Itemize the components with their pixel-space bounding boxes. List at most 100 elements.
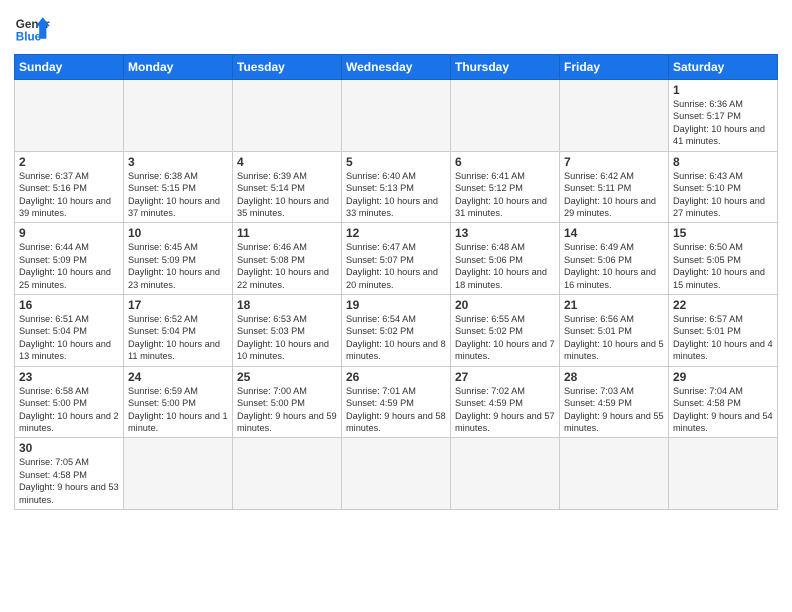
- calendar-cell: [560, 80, 669, 152]
- calendar-table: SundayMondayTuesdayWednesdayThursdayFrid…: [14, 54, 778, 510]
- day-info: Sunrise: 6:38 AM Sunset: 5:15 PM Dayligh…: [128, 170, 228, 220]
- day-info: Sunrise: 6:54 AM Sunset: 5:02 PM Dayligh…: [346, 313, 446, 363]
- day-info: Sunrise: 7:00 AM Sunset: 5:00 PM Dayligh…: [237, 385, 337, 435]
- day-info: Sunrise: 7:02 AM Sunset: 4:59 PM Dayligh…: [455, 385, 555, 435]
- day-number: 24: [128, 370, 228, 384]
- weekday-header-row: SundayMondayTuesdayWednesdayThursdayFrid…: [15, 55, 778, 80]
- week-row-4: 23Sunrise: 6:58 AM Sunset: 5:00 PM Dayli…: [15, 366, 778, 438]
- day-number: 13: [455, 226, 555, 240]
- page: General Blue SundayMondayTuesdayWednesda…: [0, 0, 792, 612]
- calendar-cell: [233, 80, 342, 152]
- calendar-cell: 17Sunrise: 6:52 AM Sunset: 5:04 PM Dayli…: [124, 295, 233, 367]
- calendar-cell: 16Sunrise: 6:51 AM Sunset: 5:04 PM Dayli…: [15, 295, 124, 367]
- day-number: 20: [455, 298, 555, 312]
- day-number: 16: [19, 298, 119, 312]
- day-info: Sunrise: 7:05 AM Sunset: 4:58 PM Dayligh…: [19, 456, 119, 506]
- day-number: 6: [455, 155, 555, 169]
- day-number: 29: [673, 370, 773, 384]
- day-number: 25: [237, 370, 337, 384]
- weekday-tuesday: Tuesday: [233, 55, 342, 80]
- day-info: Sunrise: 6:57 AM Sunset: 5:01 PM Dayligh…: [673, 313, 773, 363]
- week-row-1: 2Sunrise: 6:37 AM Sunset: 5:16 PM Daylig…: [15, 151, 778, 223]
- header: General Blue: [14, 10, 778, 46]
- weekday-friday: Friday: [560, 55, 669, 80]
- day-number: 30: [19, 441, 119, 455]
- calendar-cell: [669, 438, 778, 510]
- logo-icon: General Blue: [14, 10, 50, 46]
- day-number: 21: [564, 298, 664, 312]
- calendar-cell: [342, 80, 451, 152]
- day-number: 17: [128, 298, 228, 312]
- day-number: 22: [673, 298, 773, 312]
- day-info: Sunrise: 6:49 AM Sunset: 5:06 PM Dayligh…: [564, 241, 664, 291]
- day-info: Sunrise: 6:46 AM Sunset: 5:08 PM Dayligh…: [237, 241, 337, 291]
- logo: General Blue: [14, 10, 50, 46]
- calendar-cell: 22Sunrise: 6:57 AM Sunset: 5:01 PM Dayli…: [669, 295, 778, 367]
- day-info: Sunrise: 6:58 AM Sunset: 5:00 PM Dayligh…: [19, 385, 119, 435]
- day-info: Sunrise: 6:59 AM Sunset: 5:00 PM Dayligh…: [128, 385, 228, 435]
- weekday-monday: Monday: [124, 55, 233, 80]
- calendar-cell: 30Sunrise: 7:05 AM Sunset: 4:58 PM Dayli…: [15, 438, 124, 510]
- day-number: 15: [673, 226, 773, 240]
- day-info: Sunrise: 6:53 AM Sunset: 5:03 PM Dayligh…: [237, 313, 337, 363]
- calendar-cell: [124, 80, 233, 152]
- calendar-cell: 21Sunrise: 6:56 AM Sunset: 5:01 PM Dayli…: [560, 295, 669, 367]
- day-number: 8: [673, 155, 773, 169]
- calendar-cell: 19Sunrise: 6:54 AM Sunset: 5:02 PM Dayli…: [342, 295, 451, 367]
- day-info: Sunrise: 7:01 AM Sunset: 4:59 PM Dayligh…: [346, 385, 446, 435]
- day-number: 28: [564, 370, 664, 384]
- day-number: 12: [346, 226, 446, 240]
- calendar-cell: 24Sunrise: 6:59 AM Sunset: 5:00 PM Dayli…: [124, 366, 233, 438]
- day-number: 9: [19, 226, 119, 240]
- day-info: Sunrise: 6:42 AM Sunset: 5:11 PM Dayligh…: [564, 170, 664, 220]
- week-row-2: 9Sunrise: 6:44 AM Sunset: 5:09 PM Daylig…: [15, 223, 778, 295]
- day-info: Sunrise: 6:55 AM Sunset: 5:02 PM Dayligh…: [455, 313, 555, 363]
- day-number: 14: [564, 226, 664, 240]
- calendar-cell: 4Sunrise: 6:39 AM Sunset: 5:14 PM Daylig…: [233, 151, 342, 223]
- day-number: 3: [128, 155, 228, 169]
- calendar-cell: 3Sunrise: 6:38 AM Sunset: 5:15 PM Daylig…: [124, 151, 233, 223]
- calendar-cell: 27Sunrise: 7:02 AM Sunset: 4:59 PM Dayli…: [451, 366, 560, 438]
- weekday-wednesday: Wednesday: [342, 55, 451, 80]
- calendar-cell: 15Sunrise: 6:50 AM Sunset: 5:05 PM Dayli…: [669, 223, 778, 295]
- weekday-sunday: Sunday: [15, 55, 124, 80]
- calendar-cell: [15, 80, 124, 152]
- day-number: 7: [564, 155, 664, 169]
- calendar-cell: 26Sunrise: 7:01 AM Sunset: 4:59 PM Dayli…: [342, 366, 451, 438]
- day-number: 23: [19, 370, 119, 384]
- calendar-cell: 10Sunrise: 6:45 AM Sunset: 5:09 PM Dayli…: [124, 223, 233, 295]
- day-number: 1: [673, 83, 773, 97]
- day-info: Sunrise: 6:52 AM Sunset: 5:04 PM Dayligh…: [128, 313, 228, 363]
- calendar-cell: 20Sunrise: 6:55 AM Sunset: 5:02 PM Dayli…: [451, 295, 560, 367]
- calendar-cell: [124, 438, 233, 510]
- calendar-cell: 28Sunrise: 7:03 AM Sunset: 4:59 PM Dayli…: [560, 366, 669, 438]
- week-row-3: 16Sunrise: 6:51 AM Sunset: 5:04 PM Dayli…: [15, 295, 778, 367]
- calendar-cell: [233, 438, 342, 510]
- calendar-cell: 13Sunrise: 6:48 AM Sunset: 5:06 PM Dayli…: [451, 223, 560, 295]
- calendar-cell: 5Sunrise: 6:40 AM Sunset: 5:13 PM Daylig…: [342, 151, 451, 223]
- calendar-cell: 9Sunrise: 6:44 AM Sunset: 5:09 PM Daylig…: [15, 223, 124, 295]
- day-info: Sunrise: 6:56 AM Sunset: 5:01 PM Dayligh…: [564, 313, 664, 363]
- calendar-cell: 1Sunrise: 6:36 AM Sunset: 5:17 PM Daylig…: [669, 80, 778, 152]
- day-info: Sunrise: 6:43 AM Sunset: 5:10 PM Dayligh…: [673, 170, 773, 220]
- calendar-cell: [451, 80, 560, 152]
- day-number: 5: [346, 155, 446, 169]
- calendar-cell: [451, 438, 560, 510]
- day-number: 11: [237, 226, 337, 240]
- day-number: 4: [237, 155, 337, 169]
- day-info: Sunrise: 6:40 AM Sunset: 5:13 PM Dayligh…: [346, 170, 446, 220]
- day-info: Sunrise: 7:03 AM Sunset: 4:59 PM Dayligh…: [564, 385, 664, 435]
- day-number: 18: [237, 298, 337, 312]
- calendar-cell: 14Sunrise: 6:49 AM Sunset: 5:06 PM Dayli…: [560, 223, 669, 295]
- week-row-5: 30Sunrise: 7:05 AM Sunset: 4:58 PM Dayli…: [15, 438, 778, 510]
- calendar-cell: 8Sunrise: 6:43 AM Sunset: 5:10 PM Daylig…: [669, 151, 778, 223]
- day-info: Sunrise: 6:48 AM Sunset: 5:06 PM Dayligh…: [455, 241, 555, 291]
- day-info: Sunrise: 6:45 AM Sunset: 5:09 PM Dayligh…: [128, 241, 228, 291]
- day-info: Sunrise: 7:04 AM Sunset: 4:58 PM Dayligh…: [673, 385, 773, 435]
- calendar-cell: 23Sunrise: 6:58 AM Sunset: 5:00 PM Dayli…: [15, 366, 124, 438]
- calendar-cell: 29Sunrise: 7:04 AM Sunset: 4:58 PM Dayli…: [669, 366, 778, 438]
- week-row-0: 1Sunrise: 6:36 AM Sunset: 5:17 PM Daylig…: [15, 80, 778, 152]
- day-number: 19: [346, 298, 446, 312]
- calendar-cell: 2Sunrise: 6:37 AM Sunset: 5:16 PM Daylig…: [15, 151, 124, 223]
- calendar-cell: 18Sunrise: 6:53 AM Sunset: 5:03 PM Dayli…: [233, 295, 342, 367]
